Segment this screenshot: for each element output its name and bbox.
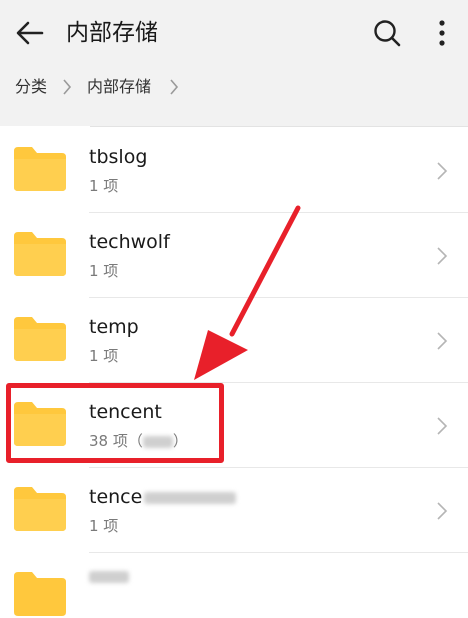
folder-icon (14, 232, 66, 276)
folder-name: techwolf (89, 231, 170, 253)
chevron-right-icon (170, 79, 179, 95)
search-icon[interactable] (369, 15, 405, 51)
divider (90, 126, 468, 127)
folder-icon (14, 317, 66, 361)
list-item-folder-partial[interactable] (0, 553, 468, 616)
folder-item-count-text: 38 项（ (89, 432, 143, 450)
folder-item-count: 1 项 (89, 517, 119, 535)
folder-name: tbslog (89, 146, 148, 168)
chevron-right-icon (437, 247, 448, 265)
chevron-right-icon (437, 162, 448, 180)
folder-name: tencent (89, 401, 162, 423)
folder-item-count: 1 项 (89, 177, 119, 195)
folder-name-text: tence (89, 486, 143, 508)
folder-item-count: 38 项（ ） (89, 431, 188, 451)
folder-name: temp (89, 316, 139, 338)
blurred-text (89, 571, 129, 583)
folder-item-count: 1 项 (89, 262, 119, 280)
breadcrumb-item-category[interactable]: 分类 (15, 76, 47, 98)
breadcrumb (0, 66, 468, 126)
folder-icon (14, 572, 66, 616)
list-item-folder-tencent[interactable]: tencent 38 项（ ） (0, 383, 468, 468)
chevron-right-icon (437, 332, 448, 350)
folder-item-count-suffix: ） (172, 432, 188, 450)
list-item-folder-techwolf[interactable]: techwolf 1 项 (0, 213, 468, 298)
list-item-folder-tbslog[interactable]: tbslog 1 项 (0, 128, 468, 213)
blurred-text (142, 435, 173, 448)
chevron-right-icon (437, 417, 448, 435)
page-title: 内部存储 (66, 20, 158, 46)
list-item-folder-temp[interactable]: temp 1 项 (0, 298, 468, 383)
chevron-right-icon (63, 79, 72, 95)
breadcrumb-item-internal-storage[interactable]: 内部存储 (87, 76, 151, 98)
chevron-right-icon (437, 502, 448, 520)
folder-icon (14, 402, 66, 446)
list-item-folder-tence[interactable]: tence 1 项 (0, 468, 468, 553)
folder-icon (14, 487, 66, 531)
more-vertical-icon[interactable] (428, 15, 456, 51)
app-bar: 内部存储 (0, 0, 468, 66)
folder-item-count: 1 项 (89, 347, 119, 365)
folder-name: tence (89, 484, 237, 510)
arrow-left-icon[interactable] (12, 15, 48, 51)
folder-icon (14, 147, 66, 191)
blurred-text (144, 491, 237, 504)
